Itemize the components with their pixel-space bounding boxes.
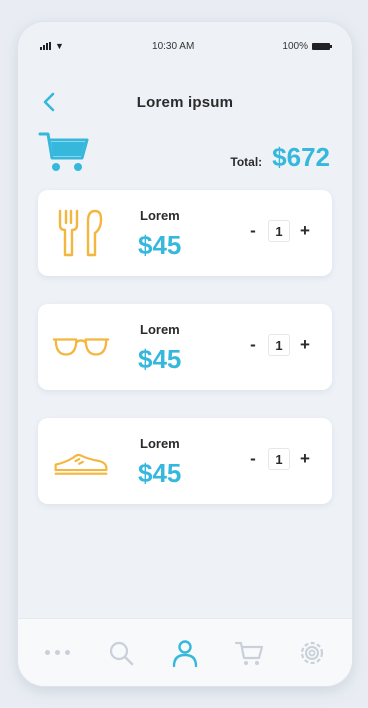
cart-icon (38, 132, 89, 171)
increase-button[interactable]: + (298, 334, 312, 356)
item-price: $45 (138, 458, 182, 488)
cart-item[interactable]: Lorem $45 - 1 + (38, 304, 332, 390)
settings-icon (301, 641, 324, 664)
tab-bar (18, 618, 352, 686)
battery-percent: 100% (282, 40, 308, 52)
decrease-button[interactable]: - (246, 334, 260, 356)
more-icon (45, 650, 71, 655)
item-name: Lorem (140, 208, 180, 223)
tab-more[interactable] (38, 633, 78, 673)
cart-icon (234, 641, 263, 665)
status-right: 100% (282, 40, 332, 52)
signal-icon (40, 42, 51, 50)
chevron-left-icon (43, 92, 55, 112)
profile-icon (172, 639, 198, 667)
decrease-button[interactable]: - (246, 448, 260, 470)
status-bar: ▼ 10:30 AM 100% (18, 22, 352, 70)
status-left: ▼ (40, 41, 64, 51)
tab-cart[interactable] (229, 633, 269, 673)
battery-icon (311, 42, 332, 50)
glasses-icon (52, 321, 110, 373)
wifi-icon: ▼ (55, 41, 64, 51)
cart-item[interactable]: Lorem $45 - 1 + (38, 418, 332, 504)
increase-button[interactable]: + (298, 220, 312, 242)
page-title: Lorem ipsum (136, 93, 234, 111)
total-label: Total: (230, 155, 263, 169)
total-value: $672 (272, 142, 330, 172)
tab-search[interactable] (101, 633, 141, 673)
quantity-value[interactable]: 1 (268, 448, 290, 470)
quantity-stepper: - 1 + (246, 448, 312, 470)
item-price: $45 (138, 344, 182, 374)
tab-profile[interactable] (165, 633, 205, 673)
item-price: $45 (138, 230, 182, 260)
cart-item[interactable]: Lorem $45 - 1 + (38, 190, 332, 276)
back-button[interactable] (38, 89, 62, 115)
search-icon (110, 641, 134, 665)
item-name: Lorem (140, 322, 180, 337)
status-time: 10:30 AM (152, 40, 195, 52)
header: Lorem ipsum (18, 84, 352, 120)
cart-item-list: Lorem $45 - 1 + Lorem $45 - 1 + Lorem $4… (38, 190, 332, 532)
quantity-value[interactable]: 1 (268, 220, 290, 242)
cart-summary: Total: $672 (18, 128, 352, 188)
quantity-stepper: - 1 + (246, 220, 312, 242)
sneaker-icon (52, 435, 110, 487)
phone-screen: ▼ 10:30 AM 100% Lorem ipsum Total: $672 (18, 22, 352, 686)
decrease-button[interactable]: - (246, 220, 260, 242)
tab-settings[interactable] (292, 633, 332, 673)
increase-button[interactable]: + (298, 448, 312, 470)
total: Total: $672 (230, 142, 330, 173)
item-name: Lorem (140, 436, 180, 451)
cutlery-icon (52, 207, 110, 259)
quantity-stepper: - 1 + (246, 334, 312, 356)
quantity-value[interactable]: 1 (268, 334, 290, 356)
